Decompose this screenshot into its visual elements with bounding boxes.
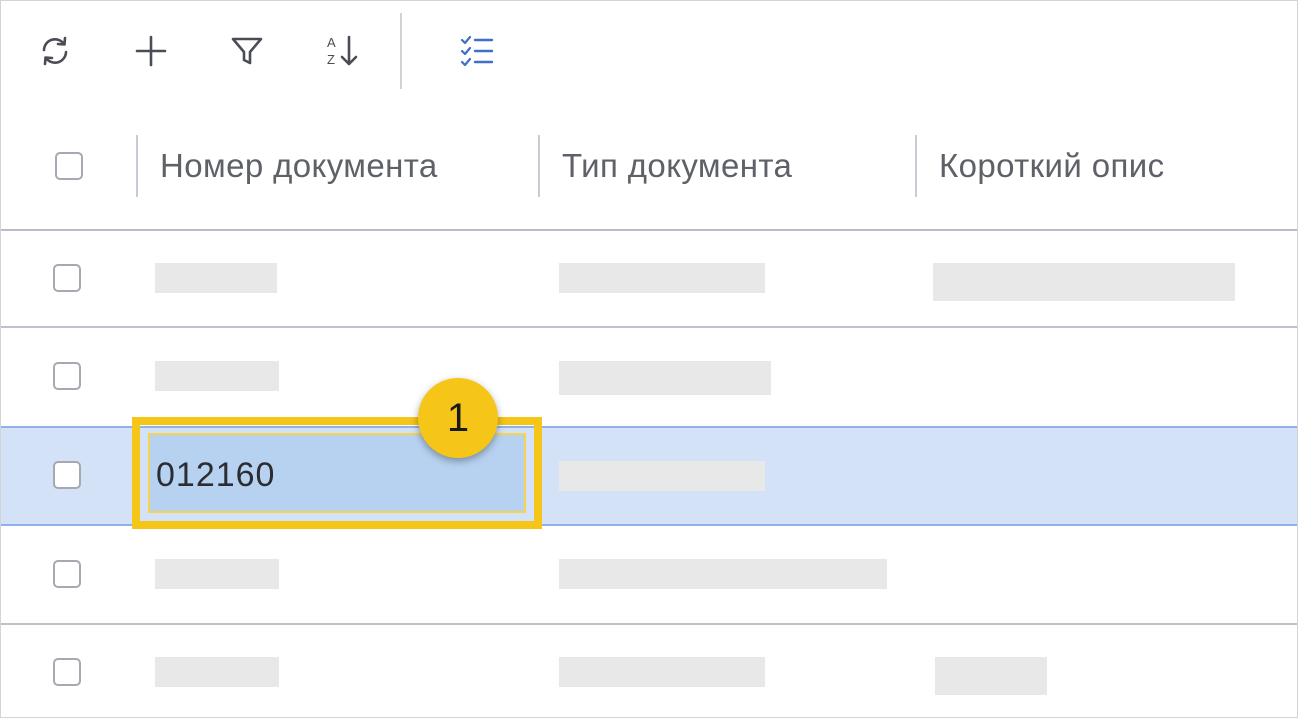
filter-button[interactable] — [223, 27, 271, 75]
sort-letter-a: A — [327, 35, 336, 50]
callout-badge: 1 — [418, 378, 498, 458]
placeholder-cell — [559, 361, 771, 395]
filter-icon — [231, 37, 263, 65]
row-checkbox[interactable] — [53, 264, 81, 292]
row-checkbox[interactable] — [53, 461, 81, 489]
document-number-value[interactable]: 012160 — [156, 456, 275, 495]
sort-button[interactable]: A Z — [319, 27, 367, 75]
checklist-icon — [460, 35, 494, 67]
refresh-button[interactable] — [31, 27, 79, 75]
sort-az-icon: A Z — [327, 35, 358, 67]
table-row[interactable] — [1, 526, 1297, 622]
toolbar: A Z — [1, 1, 1297, 101]
placeholder-cell — [559, 263, 765, 293]
refresh-icon — [42, 36, 68, 66]
placeholder-cell — [559, 559, 887, 589]
document-list-panel: A Z Номер документа Тип документа Коротк… — [0, 0, 1298, 718]
column-header-type[interactable]: Тип документа — [562, 147, 792, 185]
add-button[interactable] — [127, 27, 175, 75]
row-checkbox[interactable] — [53, 560, 81, 588]
row-checkbox[interactable] — [53, 362, 81, 390]
placeholder-cell — [559, 657, 765, 687]
column-header-description[interactable]: Короткий опис — [939, 147, 1165, 185]
sort-letter-z: Z — [327, 52, 335, 67]
column-divider[interactable] — [538, 135, 540, 197]
column-header-number[interactable]: Номер документа — [160, 147, 438, 185]
column-divider[interactable] — [915, 135, 917, 197]
selection-mode-button[interactable] — [453, 27, 501, 75]
table-row[interactable] — [1, 328, 1297, 424]
placeholder-cell — [155, 361, 279, 391]
column-divider[interactable] — [136, 135, 138, 197]
select-all-checkbox[interactable] — [55, 152, 83, 180]
placeholder-cell — [559, 461, 765, 491]
row-checkbox[interactable] — [53, 658, 81, 686]
plus-icon — [135, 35, 167, 67]
placeholder-cell — [933, 263, 1235, 301]
placeholder-cell — [935, 657, 1047, 695]
placeholder-cell — [155, 559, 279, 589]
table-row[interactable] — [1, 625, 1297, 717]
placeholder-cell — [155, 263, 277, 293]
toolbar-divider — [400, 13, 402, 89]
placeholder-cell — [155, 657, 279, 687]
table-row[interactable] — [1, 231, 1297, 327]
